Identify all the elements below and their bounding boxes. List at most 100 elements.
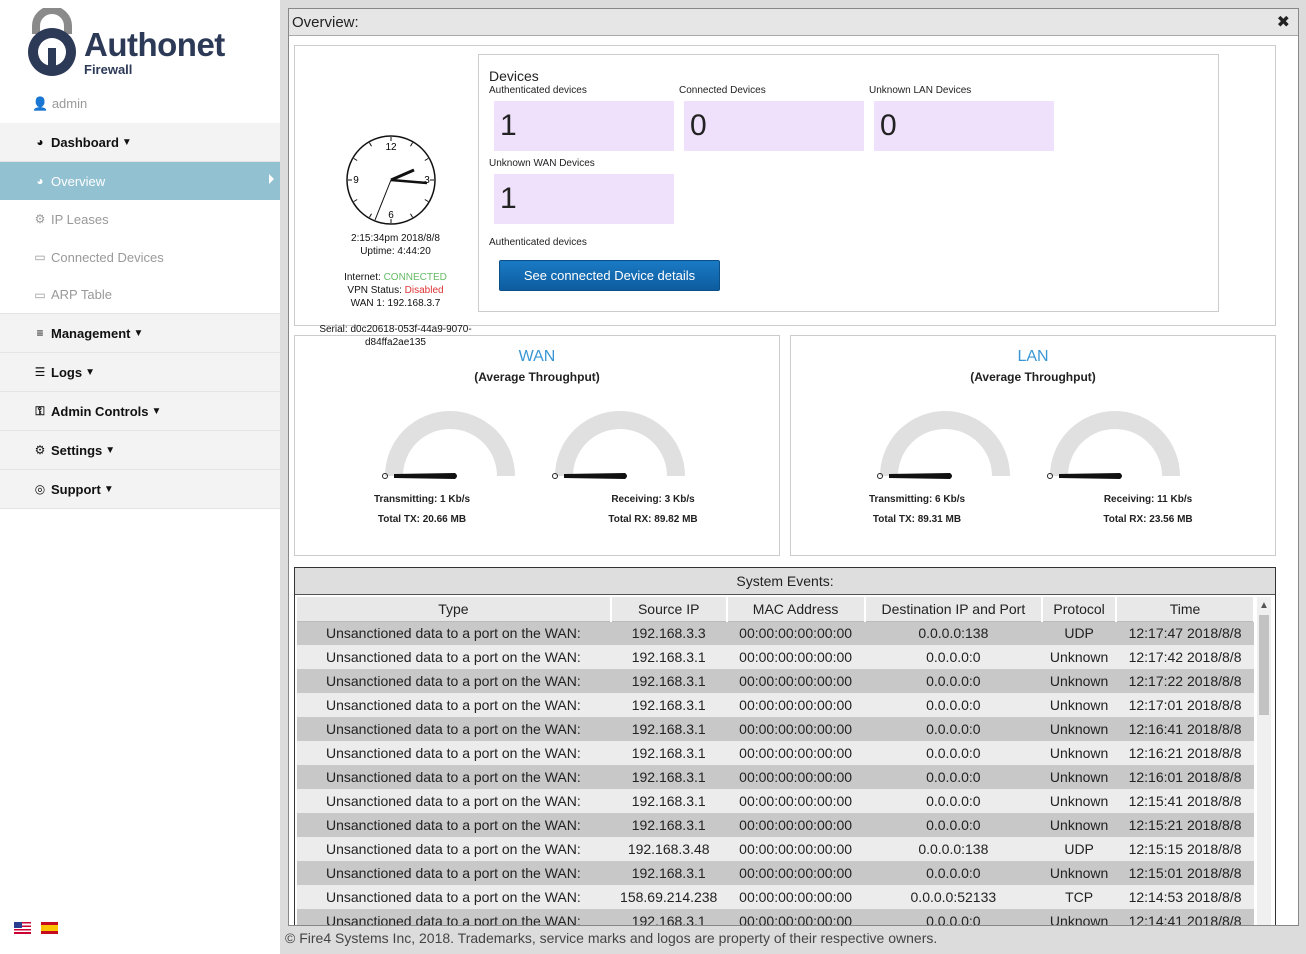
active-arrow-icon: [269, 174, 274, 184]
caret-down-icon: ▼: [121, 136, 132, 148]
unknown-wan-devices-card[interactable]: Unknown WAN Devices 1: [489, 158, 674, 224]
scroll-thumb[interactable]: [1259, 615, 1269, 715]
nav-settings[interactable]: ⚙ Settings ▼: [0, 431, 280, 470]
sidebar: Authonet Firewall 👤 admin ◕ Dashboard ▼ …: [0, 0, 280, 954]
unknown-wan-devices-label: Unknown WAN Devices: [489, 158, 595, 169]
clock-numeral-12: 12: [385, 142, 397, 153]
table-cell: Unknown: [1042, 669, 1117, 693]
table-row[interactable]: Unsanctioned data to a port on the WAN: 1…: [297, 885, 1254, 909]
nav-settings-label: Settings: [51, 442, 103, 458]
table-cell: Unsanctioned data to a port on the WAN:: [297, 741, 611, 765]
table-cell: 0.0.0.0:52133: [864, 885, 1043, 909]
wan-title: WAN: [518, 348, 556, 365]
nav-support[interactable]: ◎ Support ▼: [0, 470, 280, 509]
table-row[interactable]: Unsanctioned data to a port on the WAN: 1…: [297, 837, 1254, 861]
table-cell: 192.168.3.1: [610, 861, 727, 885]
nav-ip-leases[interactable]: ⚙ IP Leases: [0, 200, 280, 238]
table-cell: 192.168.3.1: [610, 765, 727, 789]
nav-dashboard[interactable]: ◕ Dashboard ▼: [0, 123, 280, 162]
nav-logs[interactable]: ☰ Logs ▼: [0, 353, 280, 392]
table-cell: 12:14:53 2018/8/8: [1116, 885, 1254, 909]
table-cell: 12:17:42 2018/8/8: [1116, 645, 1254, 669]
spain-flag-icon[interactable]: [41, 922, 58, 934]
table-cell: 192.168.3.3: [610, 621, 727, 645]
table-cell: 12:15:21 2018/8/8: [1116, 813, 1254, 837]
caret-down-icon: ▼: [133, 327, 144, 339]
authenticated-devices-card[interactable]: Authenticated devices 1: [489, 85, 674, 151]
key-icon: ⚿: [35, 403, 45, 418]
table-cell: Unsanctioned data to a port on the WAN:: [297, 837, 611, 861]
table-row[interactable]: Unsanctioned data to a port on the WAN: 1…: [297, 717, 1254, 741]
database-icon: ≡: [36, 326, 44, 340]
events-body: Unsanctioned data to a port on the WAN: 1…: [297, 621, 1254, 925]
col-source-ip[interactable]: Source IP: [610, 597, 728, 622]
sidebar-nav: ◕ Dashboard ▼ ◕ Overview ⚙ IP Leases ▭ C…: [0, 123, 280, 509]
table-cell: 00:00:00:00:00:00: [726, 885, 865, 909]
table-cell: 192.168.3.1: [610, 645, 727, 669]
lan-subtitle: (Average Throughput): [970, 370, 1096, 384]
table-row[interactable]: Unsanctioned data to a port on the WAN: 1…: [297, 789, 1254, 813]
nav-connected-devices[interactable]: ▭ Connected Devices: [0, 238, 280, 276]
user-label[interactable]: 👤 admin: [32, 96, 87, 112]
nav-management[interactable]: ≡ Management ▼: [0, 314, 280, 353]
table-cell: 192.168.3.1: [610, 693, 727, 717]
lifebuoy-icon: ◎: [34, 482, 46, 496]
us-flag-icon[interactable]: [14, 922, 31, 934]
nav-admin-controls[interactable]: ⚿ Admin Controls ▼: [0, 392, 280, 431]
table-cell: Unknown: [1042, 765, 1117, 789]
unknown-lan-devices-card[interactable]: Unknown LAN Devices 0: [869, 85, 1054, 151]
events-scrollbar[interactable]: ▲: [1257, 597, 1271, 925]
caret-down-icon: ▼: [103, 483, 114, 495]
table-cell: 0.0.0.0:0: [864, 645, 1043, 669]
table-row[interactable]: Unsanctioned data to a port on the WAN: 1…: [297, 861, 1254, 885]
scroll-up-icon[interactable]: ▲: [1259, 600, 1269, 611]
lan-rx-rate: Receiving: 11 Kb/s: [1103, 494, 1193, 505]
lan-tx-total: Total TX: 89.31 MB: [872, 514, 962, 525]
system-uptime: Uptime: 4:44:20: [360, 246, 431, 257]
col-destination[interactable]: Destination IP and Port: [864, 597, 1044, 622]
table-row[interactable]: Unsanctioned data to a port on the WAN: 1…: [297, 765, 1254, 789]
wan-tx-gauge: [382, 411, 515, 479]
nav-arp-table[interactable]: ▭ ARP Table: [0, 276, 280, 314]
wan-tx-rate: Transmitting: 1 Kb/s: [373, 494, 471, 505]
system-events-title: System Events:: [295, 568, 1275, 595]
table-cell: 12:16:41 2018/8/8: [1116, 717, 1254, 741]
table-cell: Unsanctioned data to a port on the WAN:: [297, 669, 611, 693]
table-row[interactable]: Unsanctioned data to a port on the WAN: 1…: [297, 741, 1254, 765]
table-cell: Unsanctioned data to a port on the WAN:: [297, 861, 611, 885]
table-cell: 00:00:00:00:00:00: [726, 621, 865, 645]
nav-overview[interactable]: ◕ Overview: [0, 162, 280, 200]
brand-logo[interactable]: Authonet Firewall: [22, 8, 262, 78]
authenticated-devices-label: Authenticated devices: [489, 85, 587, 96]
table-row[interactable]: Unsanctioned data to a port on the WAN: 1…: [297, 669, 1254, 693]
col-mac-address[interactable]: MAC Address: [726, 597, 866, 622]
device-details-button[interactable]: See connected Device details: [499, 260, 720, 291]
col-protocol[interactable]: Protocol: [1042, 597, 1118, 622]
table-cell: Unknown: [1042, 693, 1117, 717]
connected-devices-card[interactable]: Connected Devices 0: [679, 85, 864, 151]
caret-down-icon: ▼: [105, 444, 116, 456]
col-type[interactable]: Type: [297, 597, 612, 622]
table-cell: 12:17:22 2018/8/8: [1116, 669, 1254, 693]
close-icon[interactable]: ✖: [1277, 12, 1290, 32]
col-time[interactable]: Time: [1116, 597, 1255, 622]
connected-devices-value: 0: [684, 101, 864, 151]
system-info: 2:15:34pm 2018/8/8 Uptime: 4:44:20 Inter…: [313, 232, 478, 349]
events-table: Type Source IP MAC Address Destination I…: [297, 597, 1255, 925]
wan-rx-rate: Receiving: 3 Kb/s: [611, 494, 695, 505]
laptop-icon: ▭: [34, 250, 46, 264]
table-row[interactable]: Unsanctioned data to a port on the WAN: 1…: [297, 645, 1254, 669]
table-cell: 00:00:00:00:00:00: [726, 717, 865, 741]
table-cell: 192.168.3.1: [610, 741, 727, 765]
table-cell: 12:14:41 2018/8/8: [1116, 909, 1254, 925]
table-row[interactable]: Unsanctioned data to a port on the WAN: 1…: [297, 813, 1254, 837]
unknown-wan-devices-value: 1: [494, 174, 674, 224]
table-row[interactable]: Unsanctioned data to a port on the WAN: 1…: [297, 693, 1254, 717]
authenticated-devices-footer: Authenticated devices: [489, 237, 587, 248]
table-cell: Unknown: [1042, 789, 1117, 813]
wan-rx-gauge: [552, 411, 685, 479]
table-row[interactable]: Unsanctioned data to a port on the WAN: 1…: [297, 909, 1254, 925]
table-row[interactable]: Unsanctioned data to a port on the WAN: 1…: [297, 621, 1254, 645]
vpn-status-value: Disabled: [404, 285, 444, 296]
table-cell: 12:17:01 2018/8/8: [1116, 693, 1254, 717]
